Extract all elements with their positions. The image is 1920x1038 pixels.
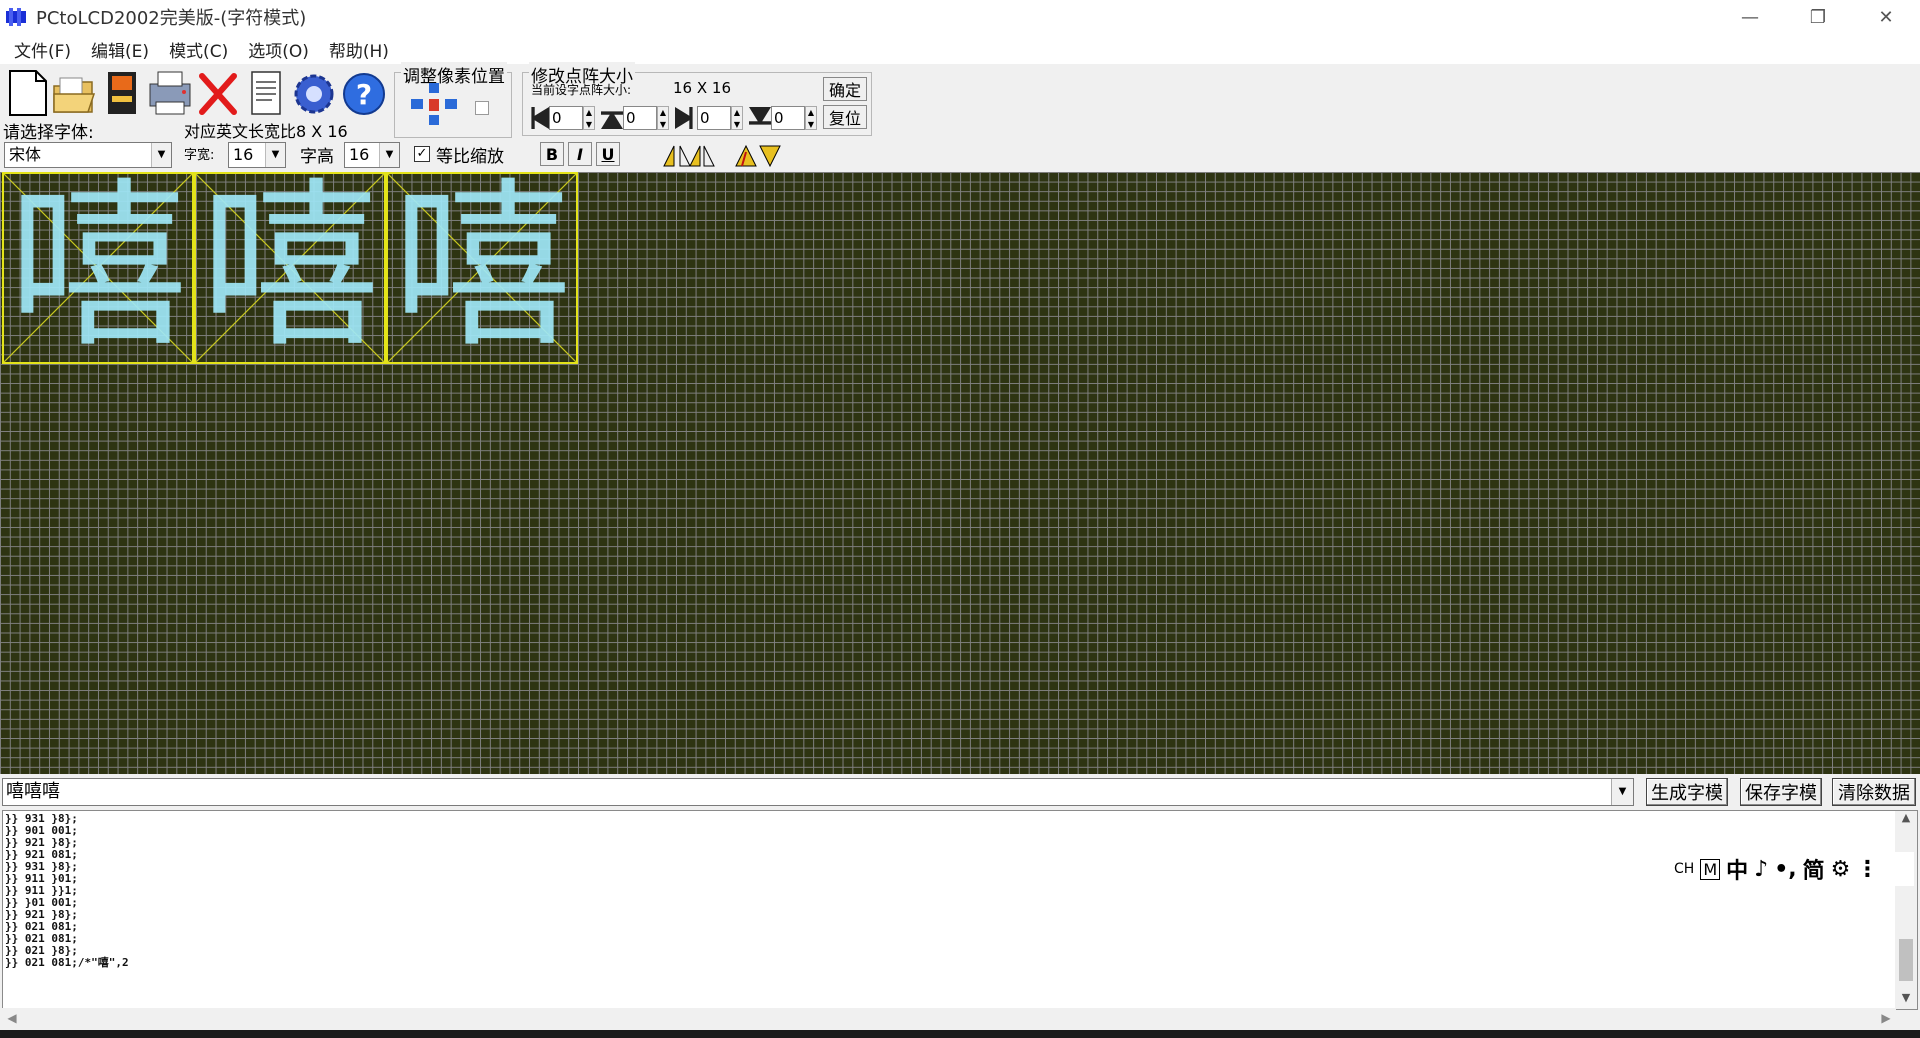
spin-arrows-icon[interactable]: ▲ ▼	[583, 106, 595, 130]
scroll-down-icon[interactable]: ▼	[1895, 991, 1917, 1009]
text-input-value: 嘻嘻嘻	[6, 781, 60, 802]
menu-mode[interactable]: 模式(C)	[159, 37, 238, 62]
text-input[interactable]: 嘻嘻嘻 ▼	[2, 778, 1634, 806]
ime-more-icon[interactable]: ⋮	[1856, 857, 1878, 882]
ime-m-label[interactable]: M	[1700, 858, 1721, 880]
ime-toolbar: CH M 中 ♪ •, 简 ⚙ ⋮	[1664, 852, 1914, 886]
app-icon	[4, 7, 28, 27]
glyph-char: 嘻	[391, 163, 572, 372]
scroll-left-icon[interactable]: ◀	[2, 1008, 22, 1028]
height-select-value: 16	[349, 145, 370, 164]
width-label: 字宽:	[184, 148, 215, 163]
svg-text:?: ?	[356, 78, 372, 111]
horizontal-scrollbar[interactable]: ◀ ▶	[2, 1008, 1896, 1028]
expand-left-icon	[531, 107, 549, 129]
delete-x-icon[interactable]	[196, 68, 240, 118]
save-disk-icon[interactable]	[100, 68, 144, 118]
ratio-label: 对应英文长宽比8 X 16	[184, 122, 348, 141]
spin-bottom[interactable]: 0 ▲ ▼	[749, 105, 817, 131]
output-lines: }} 931 }8}; }} 901 001; }} 921 }8}; }} 9…	[5, 813, 129, 969]
close-button[interactable]: ✕	[1852, 0, 1920, 34]
menu-options[interactable]: 选项(O)	[238, 37, 319, 62]
dot-matrix-canvas[interactable]: 嘻 嘻 嘻	[0, 172, 1920, 774]
width-select-value: 16	[233, 145, 254, 164]
pixel-position-group: 调整像素位置	[394, 62, 512, 138]
taskbar-edge	[0, 1030, 1920, 1038]
expand-top-icon	[601, 111, 623, 129]
spin-left[interactable]: 0 ▲ ▼	[527, 105, 595, 131]
arrow-left-icon[interactable]	[411, 99, 423, 109]
flip-vertical-icon[interactable]	[732, 142, 784, 168]
spin-arrows-icon[interactable]: ▲ ▼	[731, 106, 743, 130]
spin-left-value[interactable]: 0	[549, 106, 583, 130]
help-icon[interactable]: ?	[340, 68, 385, 118]
ime-simplified-icon[interactable]: 简	[1803, 853, 1825, 885]
minimize-button[interactable]: —	[1716, 0, 1784, 34]
ime-chinese-icon[interactable]: 中	[1726, 853, 1748, 885]
font-select-value: 宋体	[9, 145, 42, 164]
glyph-char: 嘻	[199, 163, 380, 372]
matrix-size-group: 修改点阵大小 当前设字点阵大小: 16 X 16 确定 复位 0 ▲ ▼ 0 ▲ ▼…	[522, 62, 872, 136]
arrow-down-icon[interactable]	[429, 115, 439, 125]
expand-right-icon	[675, 107, 693, 129]
ime-settings-icon[interactable]: ⚙	[1831, 857, 1851, 882]
select-font-label: 请选择字体:	[3, 123, 94, 143]
notepad-icon[interactable]	[244, 68, 288, 118]
output-textarea[interactable]: }} 931 }8}; }} 901 001; }} 921 }8}; }} 9…	[2, 810, 1918, 1010]
glyph-cell[interactable]: 嘻	[194, 172, 386, 364]
arrow-up-icon[interactable]	[429, 83, 439, 93]
save-font-button[interactable]: 保存字模	[1740, 778, 1822, 806]
spin-arrows-icon[interactable]: ▲ ▼	[805, 106, 817, 130]
current-size-value: 16 X 16	[673, 79, 731, 97]
print-icon[interactable]	[146, 68, 191, 118]
chevron-down-icon[interactable]: ▼	[1611, 779, 1633, 805]
menu-bar: 文件(F) 编辑(E) 模式(C) 选项(O) 帮助(H)	[0, 34, 1920, 64]
scroll-right-icon[interactable]: ▶	[1876, 1008, 1896, 1028]
settings-gear-icon[interactable]	[290, 68, 334, 118]
proportional-checkbox[interactable]: ✓	[414, 146, 430, 162]
center-icon[interactable]	[429, 99, 439, 111]
reset-button[interactable]: 复位	[823, 105, 867, 129]
confirm-button[interactable]: 确定	[823, 77, 867, 101]
spin-right[interactable]: 0 ▲ ▼	[675, 105, 743, 131]
toolbar: ? 请选择字体: 对应英文长宽比8 X 16 宋体 ▼ 字宽: 16 ▼ 字高 …	[0, 62, 1920, 172]
ime-music-icon[interactable]: ♪	[1754, 857, 1768, 882]
output-line: }} 021 081;/*"嘻",2	[5, 956, 129, 969]
ime-ch-label[interactable]: CH	[1674, 861, 1694, 877]
arrow-right-icon[interactable]	[445, 99, 457, 109]
spin-bottom-value[interactable]: 0	[771, 106, 805, 130]
input-row: 嘻嘻嘻 ▼ 生成字模 保存字模 清除数据	[0, 774, 1920, 808]
glyph-cell[interactable]: 嘻	[386, 172, 578, 364]
open-folder-icon[interactable]	[52, 68, 96, 118]
clear-data-button[interactable]: 清除数据	[1832, 778, 1916, 806]
new-file-icon[interactable]	[6, 68, 50, 118]
spin-right-value[interactable]: 0	[697, 106, 731, 130]
menu-edit[interactable]: 编辑(E)	[81, 37, 159, 62]
scroll-up-icon[interactable]: ▲	[1895, 811, 1917, 829]
glyph-cell[interactable]: 嘻	[2, 172, 194, 364]
current-size-label: 当前设字点阵大小:	[531, 83, 632, 97]
window-title: PCtoLCD2002完美版-(字符模式)	[36, 8, 307, 29]
spin-top[interactable]: 0 ▲ ▼	[601, 105, 669, 131]
expand-bottom-icon	[749, 107, 771, 125]
menu-file[interactable]: 文件(F)	[4, 37, 81, 62]
generate-font-button[interactable]: 生成字模	[1646, 778, 1728, 806]
menu-help[interactable]: 帮助(H)	[319, 37, 399, 62]
scroll-thumb[interactable]	[1899, 939, 1913, 981]
title-bar: PCtoLCD2002完美版-(字符模式) — ❐ ✕	[0, 0, 1920, 34]
frame-icon[interactable]	[475, 101, 489, 115]
restore-button[interactable]: ❐	[1784, 0, 1852, 34]
glyph-char: 嘻	[7, 163, 188, 372]
vertical-scrollbar[interactable]: ▲ ▼	[1895, 811, 1917, 1009]
spin-top-value[interactable]: 0	[623, 106, 657, 130]
pixel-group-title: 调整像素位置	[401, 62, 507, 87]
ime-punctuation-icon[interactable]: •,	[1774, 857, 1796, 882]
flip-horizontal-icon[interactable]	[660, 142, 716, 168]
underline-button[interactable]: U	[596, 142, 620, 166]
spin-arrows-icon[interactable]: ▲ ▼	[657, 106, 669, 130]
